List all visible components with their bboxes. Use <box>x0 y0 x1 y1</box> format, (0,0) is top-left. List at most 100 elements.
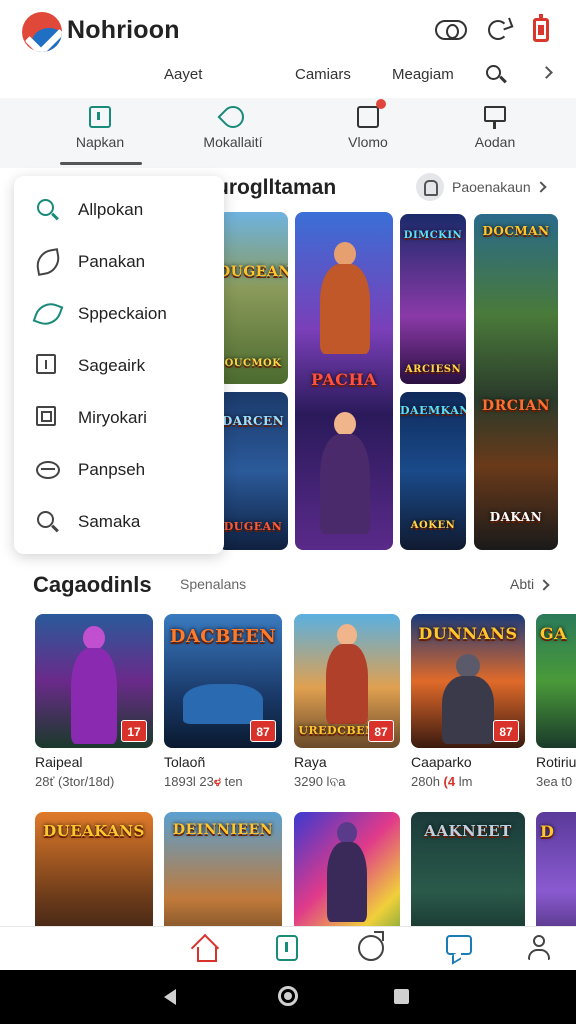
tab-vlomo[interactable]: Vlomo <box>318 99 418 162</box>
app-header: Nohrioon <box>0 0 576 62</box>
app-screen: Nohrioon Aayet Camiars Meagiam Napkan Mo… <box>0 0 576 1024</box>
menu-item-label: Panpseh <box>78 460 146 479</box>
more-label: Paoenakaun <box>452 179 531 195</box>
meta-text: ten <box>224 774 243 789</box>
box-icon[interactable] <box>276 935 298 961</box>
menu-item-panakan[interactable]: Panakan <box>14 238 224 286</box>
shell-icon <box>36 461 60 479</box>
chevron-right-icon <box>538 579 550 591</box>
game-title[interactable]: Rotiriu <box>536 754 576 770</box>
tab-label: Mokallaití <box>203 134 263 150</box>
game-title[interactable]: Raya <box>294 754 327 770</box>
refresh-icon[interactable] <box>484 16 512 44</box>
game-card-thumb[interactable]: 17 <box>35 614 153 748</box>
rocket-icon <box>217 101 249 133</box>
search-icon <box>36 198 60 222</box>
game-art-caption: DUGEAN <box>223 520 283 533</box>
recent-apps-icon[interactable] <box>394 989 409 1004</box>
game-meta: 1893l 23ಳ ten <box>164 774 243 790</box>
chat-icon[interactable] <box>446 935 472 955</box>
game-art-caption: DARCEN <box>221 414 285 428</box>
menu-item-sageairk[interactable]: Sageairk <box>14 342 224 390</box>
game-card-thumb[interactable]: DUNNANS 87 <box>411 614 525 748</box>
game-card-thumb[interactable]: GA <box>536 614 576 748</box>
menu-item-sppeckaion[interactable]: Sppeckaion <box>14 290 224 338</box>
age-rating-badge: 87 <box>368 720 394 742</box>
game-art-caption: DEINNIEEN <box>172 822 274 838</box>
app-title: Nohrioon <box>67 16 180 44</box>
featured-game-card[interactable]: DARCEN DUGEAN <box>218 392 288 550</box>
featured-game-card[interactable]: DIMCKIN ARCIESN <box>400 214 466 384</box>
game-art-caption: AAKNEET <box>424 822 512 840</box>
meta-text: lm <box>458 774 473 789</box>
featured-game-card[interactable]: DOCMAN DRCIAN DAKAN <box>474 214 558 550</box>
toggle-icon[interactable] <box>434 16 468 44</box>
game-art-caption: GA <box>540 624 568 643</box>
menu-item-panpseh[interactable]: Panpseh <box>14 446 224 494</box>
chevron-right-icon[interactable] <box>540 66 553 79</box>
menu-item-samaka[interactable]: Samaka <box>14 498 224 546</box>
menu-item-label: Sageairk <box>78 356 146 375</box>
active-tab-indicator <box>60 162 142 165</box>
game-title[interactable]: Raipeal <box>35 754 82 770</box>
knight-figure <box>440 654 496 744</box>
game-art-caption: DUGEAN <box>218 264 288 280</box>
square-icon <box>36 354 56 374</box>
game-art-caption: DIMCKIN <box>403 230 463 241</box>
age-rating-badge: 17 <box>121 720 147 742</box>
tab-label: Vlomo <box>348 134 388 150</box>
logo-icon[interactable] <box>22 12 62 52</box>
battery-icon <box>530 14 552 44</box>
section-more-link[interactable]: Paoenakaun <box>416 173 547 201</box>
home-icon[interactable] <box>192 935 218 962</box>
heart-icon[interactable] <box>358 931 384 961</box>
bottom-navigation <box>0 926 576 970</box>
system-navigation-bar <box>0 970 576 1024</box>
search-icon[interactable] <box>485 64 507 86</box>
featured-game-card[interactable]: PACHA <box>295 212 393 550</box>
menu-item-allpokan[interactable]: Allpokan <box>14 186 224 234</box>
meta-text: 1893l 23 <box>164 774 214 789</box>
game-card-thumb[interactable]: UREDCBEN 87 <box>294 614 400 748</box>
meta-text: 280h <box>411 774 440 789</box>
back-icon[interactable] <box>164 989 176 1005</box>
more-label: Abti <box>510 576 535 592</box>
featured-game-card[interactable]: DAEMKAN AOKEN <box>400 392 466 550</box>
tab-label: Aodan <box>474 134 516 150</box>
game-meta: 28ť (3tor/18d) <box>35 774 115 789</box>
section-subtitle: Spenalans <box>180 576 247 592</box>
tab-napkan[interactable]: Napkan <box>50 106 150 162</box>
tv-icon <box>357 99 386 128</box>
menu-item-label: Miryokari <box>78 408 147 427</box>
menu-item-miryokari[interactable]: Miryokari <box>14 394 224 442</box>
menu-item-label: Sppeckaion <box>78 304 167 323</box>
section-more-link[interactable]: Abti <box>510 576 550 592</box>
game-title[interactable]: Caaparko <box>411 754 472 770</box>
lock-icon <box>416 173 444 201</box>
section-title: uroglltaman <box>216 176 337 199</box>
game-title[interactable]: Tolaoñ <box>164 754 205 770</box>
notification-badge <box>376 99 386 109</box>
top-link-meagiam[interactable]: Meagiam <box>392 66 454 83</box>
game-art-caption: DACBEEN <box>169 626 277 647</box>
game-meta: 280h (4 lm <box>411 774 472 789</box>
leaf-teal-icon <box>32 298 64 330</box>
user-icon[interactable] <box>526 935 552 961</box>
top-link-aayet[interactable]: Aayet <box>164 66 202 83</box>
grid-icon <box>36 406 56 426</box>
top-link-camiars[interactable]: Camiars <box>295 66 351 83</box>
heroine-figure <box>322 624 372 724</box>
age-rating-badge: 87 <box>493 720 519 742</box>
chevron-right-icon <box>534 181 547 193</box>
tab-label: Napkan <box>75 134 125 150</box>
featured-game-card[interactable]: DUGEAN OUCMOK <box>218 212 288 384</box>
home-button-icon[interactable] <box>278 986 298 1006</box>
game-card-thumb[interactable]: DACBEEN 87 <box>164 614 282 748</box>
game-art-caption: DUEAKANS <box>43 822 145 840</box>
category-tabs: Napkan Mokallaití Vlomo Aodan <box>0 98 576 168</box>
category-dropdown-menu: Allpokan Panakan Sppeckaion Sageairk Mir… <box>14 176 224 554</box>
age-rating-badge: 87 <box>250 720 276 742</box>
tab-aodan[interactable]: Aodan <box>445 106 545 162</box>
menu-item-label: Allpokan <box>78 200 144 219</box>
tab-mokallaiti[interactable]: Mokallaití <box>183 101 283 162</box>
